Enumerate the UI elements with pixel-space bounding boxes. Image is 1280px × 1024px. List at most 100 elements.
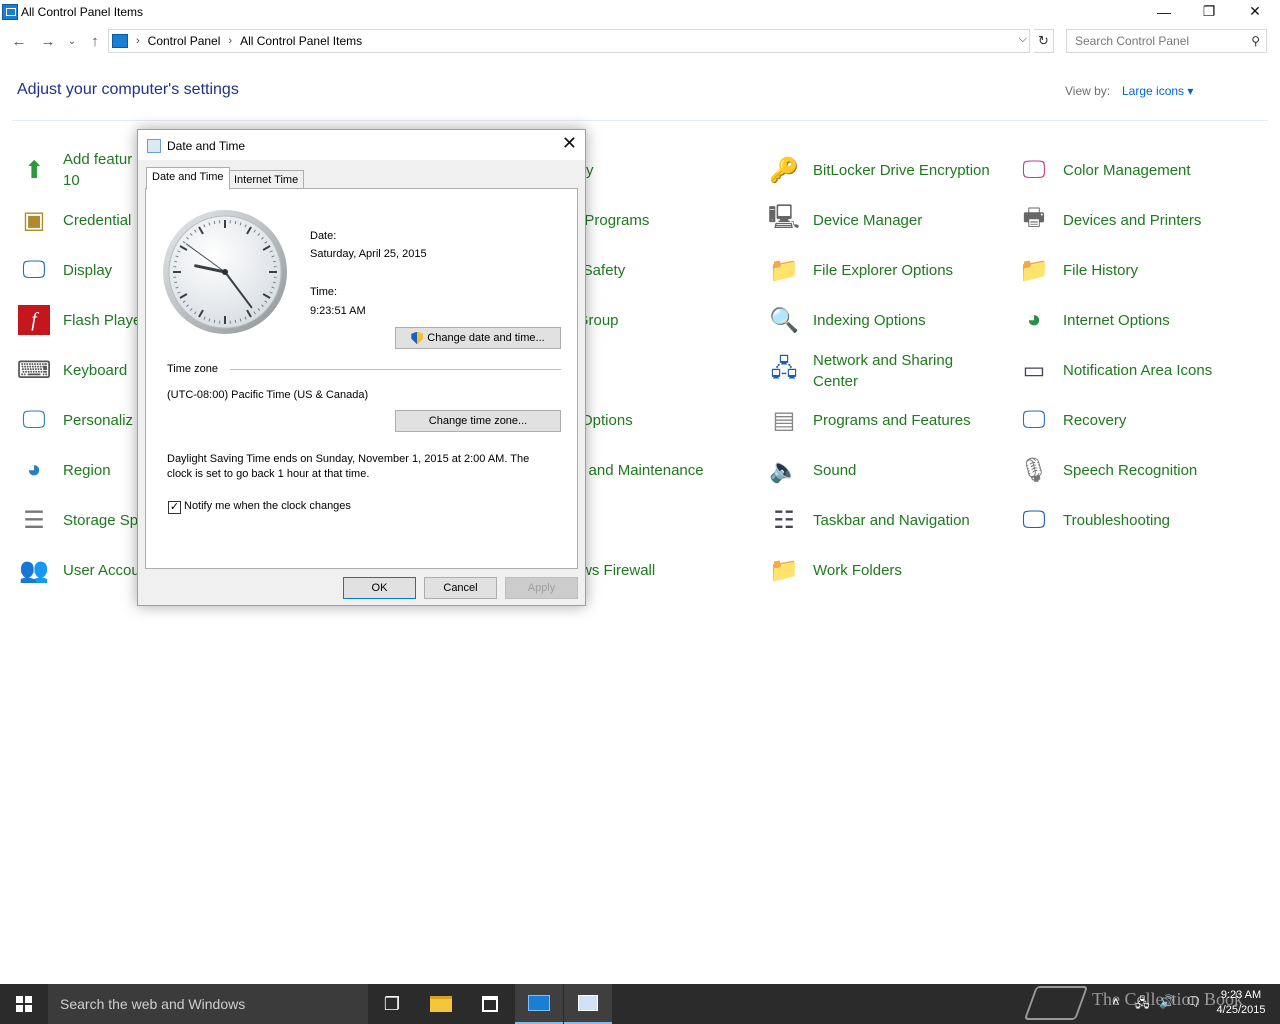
item-devices-printers[interactable]: 🖶 Devices and Printers: [1018, 200, 1202, 240]
change-date-time-label: Change date and time...: [427, 332, 545, 344]
item-color-management[interactable]: 🖵 Color Management: [1018, 150, 1190, 190]
apply-button[interactable]: Apply: [505, 577, 578, 599]
minimize-button[interactable]: —: [1141, 0, 1187, 23]
item-recovery[interactable]: 🖵 Recovery: [1018, 400, 1126, 440]
clock-minute-tick: [174, 260, 178, 263]
search-input[interactable]: Search Control Panel ⚲: [1066, 29, 1267, 53]
keyboard-icon: ⌨: [16, 356, 52, 384]
tab-date-and-time[interactable]: Date and Time: [146, 167, 230, 190]
chevron-right-icon: ›: [228, 35, 233, 47]
item-keyboard[interactable]: ⌨ Keyboard: [16, 350, 128, 390]
item-work-folders[interactable]: 📁 Work Folders: [768, 550, 902, 590]
time-value: 9:23:51 AM: [310, 305, 366, 317]
date-time-icon: [578, 995, 598, 1011]
item-flash-player[interactable]: f Flash Playe: [18, 300, 141, 340]
network-tray-icon[interactable]: 🖧: [1135, 994, 1150, 1016]
item-storage-spaces[interactable]: ☰ Storage Sp: [18, 500, 138, 540]
color-management-icon: 🖵: [1022, 156, 1046, 183]
forward-button[interactable]: →: [38, 31, 58, 51]
start-button[interactable]: [0, 984, 48, 1024]
item-display[interactable]: 🖵 Display: [18, 250, 112, 290]
show-hidden-icons-chevron-up-icon[interactable]: ˄: [1112, 994, 1120, 1009]
item-bitlocker[interactable]: 🔑 BitLocker Drive Encryption: [768, 150, 990, 190]
flash-player-icon: f: [18, 305, 50, 335]
dst-notice-line-1: Daylight Saving Time ends on Sunday, Nov…: [167, 453, 530, 465]
date-time-taskbar-button[interactable]: [564, 984, 612, 1024]
control-panel-icon: [112, 34, 128, 48]
taskbar-search-box[interactable]: Search the web and Windows: [48, 984, 368, 1024]
clock-minute-tick: [272, 281, 276, 284]
item-label: Devices and Printers: [1063, 211, 1202, 229]
clock-minute-tick: [272, 260, 276, 263]
clock-minute-tick: [234, 221, 237, 225]
store-taskbar-button[interactable]: [466, 984, 514, 1024]
item-file-history[interactable]: 📁 File History: [1018, 250, 1138, 290]
view-by-dropdown[interactable]: Large icons ▾: [1122, 84, 1193, 98]
task-view-button[interactable]: ❐: [368, 984, 416, 1024]
speaker-icon: 🔈: [769, 456, 799, 484]
item-sound[interactable]: 🔈 Sound: [768, 450, 856, 490]
cancel-button[interactable]: Cancel: [424, 577, 497, 599]
chevron-down-icon[interactable]: ⌵: [1019, 33, 1027, 46]
item-add-features[interactable]: ⬆ Add featur 10: [18, 150, 132, 190]
item-programs-features[interactable]: ▤ Programs and Features: [768, 400, 971, 440]
watermark-book-logo: [1023, 986, 1089, 1020]
dst-notice-line-2: clock is set to go back 1 hour at that t…: [167, 468, 370, 480]
dialog-close-button[interactable]: ✕: [562, 133, 577, 154]
refresh-icon[interactable]: ↻: [1034, 29, 1054, 53]
time-zone-value: (UTC-08:00) Pacific Time (US & Canada): [167, 389, 369, 401]
address-bar[interactable]: › Control Panel › All Control Panel Item…: [108, 29, 1030, 53]
item-label: Personaliz: [63, 411, 134, 429]
clock-minute-tick: [213, 221, 216, 225]
up-button[interactable]: ↑: [85, 31, 105, 51]
item-indexing-options[interactable]: 🔍 Indexing Options: [768, 300, 926, 340]
tab-internet-time[interactable]: Internet Time: [228, 170, 305, 190]
item-network-sharing[interactable]: 🖧 Network and Sharing Center: [768, 350, 973, 392]
item-troubleshooting[interactable]: 🖵 Troubleshooting: [1018, 500, 1170, 540]
item-device-manager[interactable]: 🖳 Device Manager: [768, 200, 922, 240]
search-placeholder: Search Control Panel: [1075, 34, 1190, 48]
ok-button[interactable]: OK: [343, 577, 416, 599]
file-explorer-taskbar-button[interactable]: [417, 984, 465, 1024]
add-features-icon: ⬆: [23, 156, 45, 184]
taskbar-clock[interactable]: 9:23 AM 4/25/2015: [1210, 988, 1272, 1018]
recovery-icon: 🖵: [1022, 406, 1046, 433]
item-internet-options[interactable]: ◕ Internet Options: [1018, 300, 1170, 340]
breadcrumb-control-panel[interactable]: Control Panel: [148, 34, 221, 48]
date-value: Saturday, April 25, 2015: [310, 248, 427, 260]
item-label: User Accou: [63, 561, 140, 579]
time-zone-heading: Time zone: [167, 363, 218, 375]
microphone-icon: 🎙: [1018, 456, 1050, 484]
notify-checkbox[interactable]: ✓: [168, 501, 181, 514]
back-button[interactable]: ←: [9, 31, 29, 51]
item-label: Troubleshooting: [1063, 511, 1171, 529]
restore-button[interactable]: ❐: [1186, 0, 1232, 23]
item-personalization[interactable]: 🖵 Personaliz: [18, 400, 133, 440]
control-panel-taskbar-button[interactable]: [515, 984, 563, 1024]
close-button[interactable]: ✕: [1232, 0, 1278, 23]
search-icon[interactable]: ⚲: [1251, 34, 1260, 48]
window-titlebar: All Control Panel Items — ❐ ✕: [0, 0, 1280, 23]
item-file-explorer-options[interactable]: 📁 File Explorer Options: [768, 250, 953, 290]
change-time-zone-button[interactable]: Change time zone...: [395, 410, 561, 432]
date-time-dialog: Date and Time ✕ Date and Time Internet T…: [137, 129, 586, 606]
breadcrumb-all-items[interactable]: All Control Panel Items: [240, 34, 362, 48]
item-label: Display: [63, 261, 113, 279]
volume-tray-icon[interactable]: 🔊: [1159, 994, 1175, 1010]
time-zone-separator: [230, 369, 561, 370]
recent-locations-button[interactable]: ⌄: [62, 31, 82, 51]
printer-icon: 🖶: [1022, 203, 1046, 231]
action-center-icon[interactable]: 🗨: [1185, 994, 1202, 1010]
item-region[interactable]: ◕ Region: [18, 450, 111, 490]
item-user-accounts[interactable]: 👥 User Accou: [18, 550, 140, 590]
item-taskbar-navigation[interactable]: ☷ Taskbar and Navigation: [768, 500, 970, 540]
page-title: Adjust your computer's settings: [17, 81, 239, 98]
item-credential-manager[interactable]: ▣ Credential: [18, 200, 132, 240]
notify-label[interactable]: Notify me when the clock changes: [184, 500, 351, 512]
item-label: Taskbar and Navigation: [813, 511, 970, 529]
item-notification-area[interactable]: ▭ Notification Area Icons: [1018, 350, 1213, 390]
item-speech-recognition[interactable]: 🎙 Speech Recognition: [1018, 450, 1198, 490]
item-label: BitLocker Drive Encryption: [813, 161, 990, 179]
troubleshooting-icon: 🖵: [1022, 506, 1046, 533]
change-date-time-button[interactable]: Change date and time...: [395, 327, 561, 349]
